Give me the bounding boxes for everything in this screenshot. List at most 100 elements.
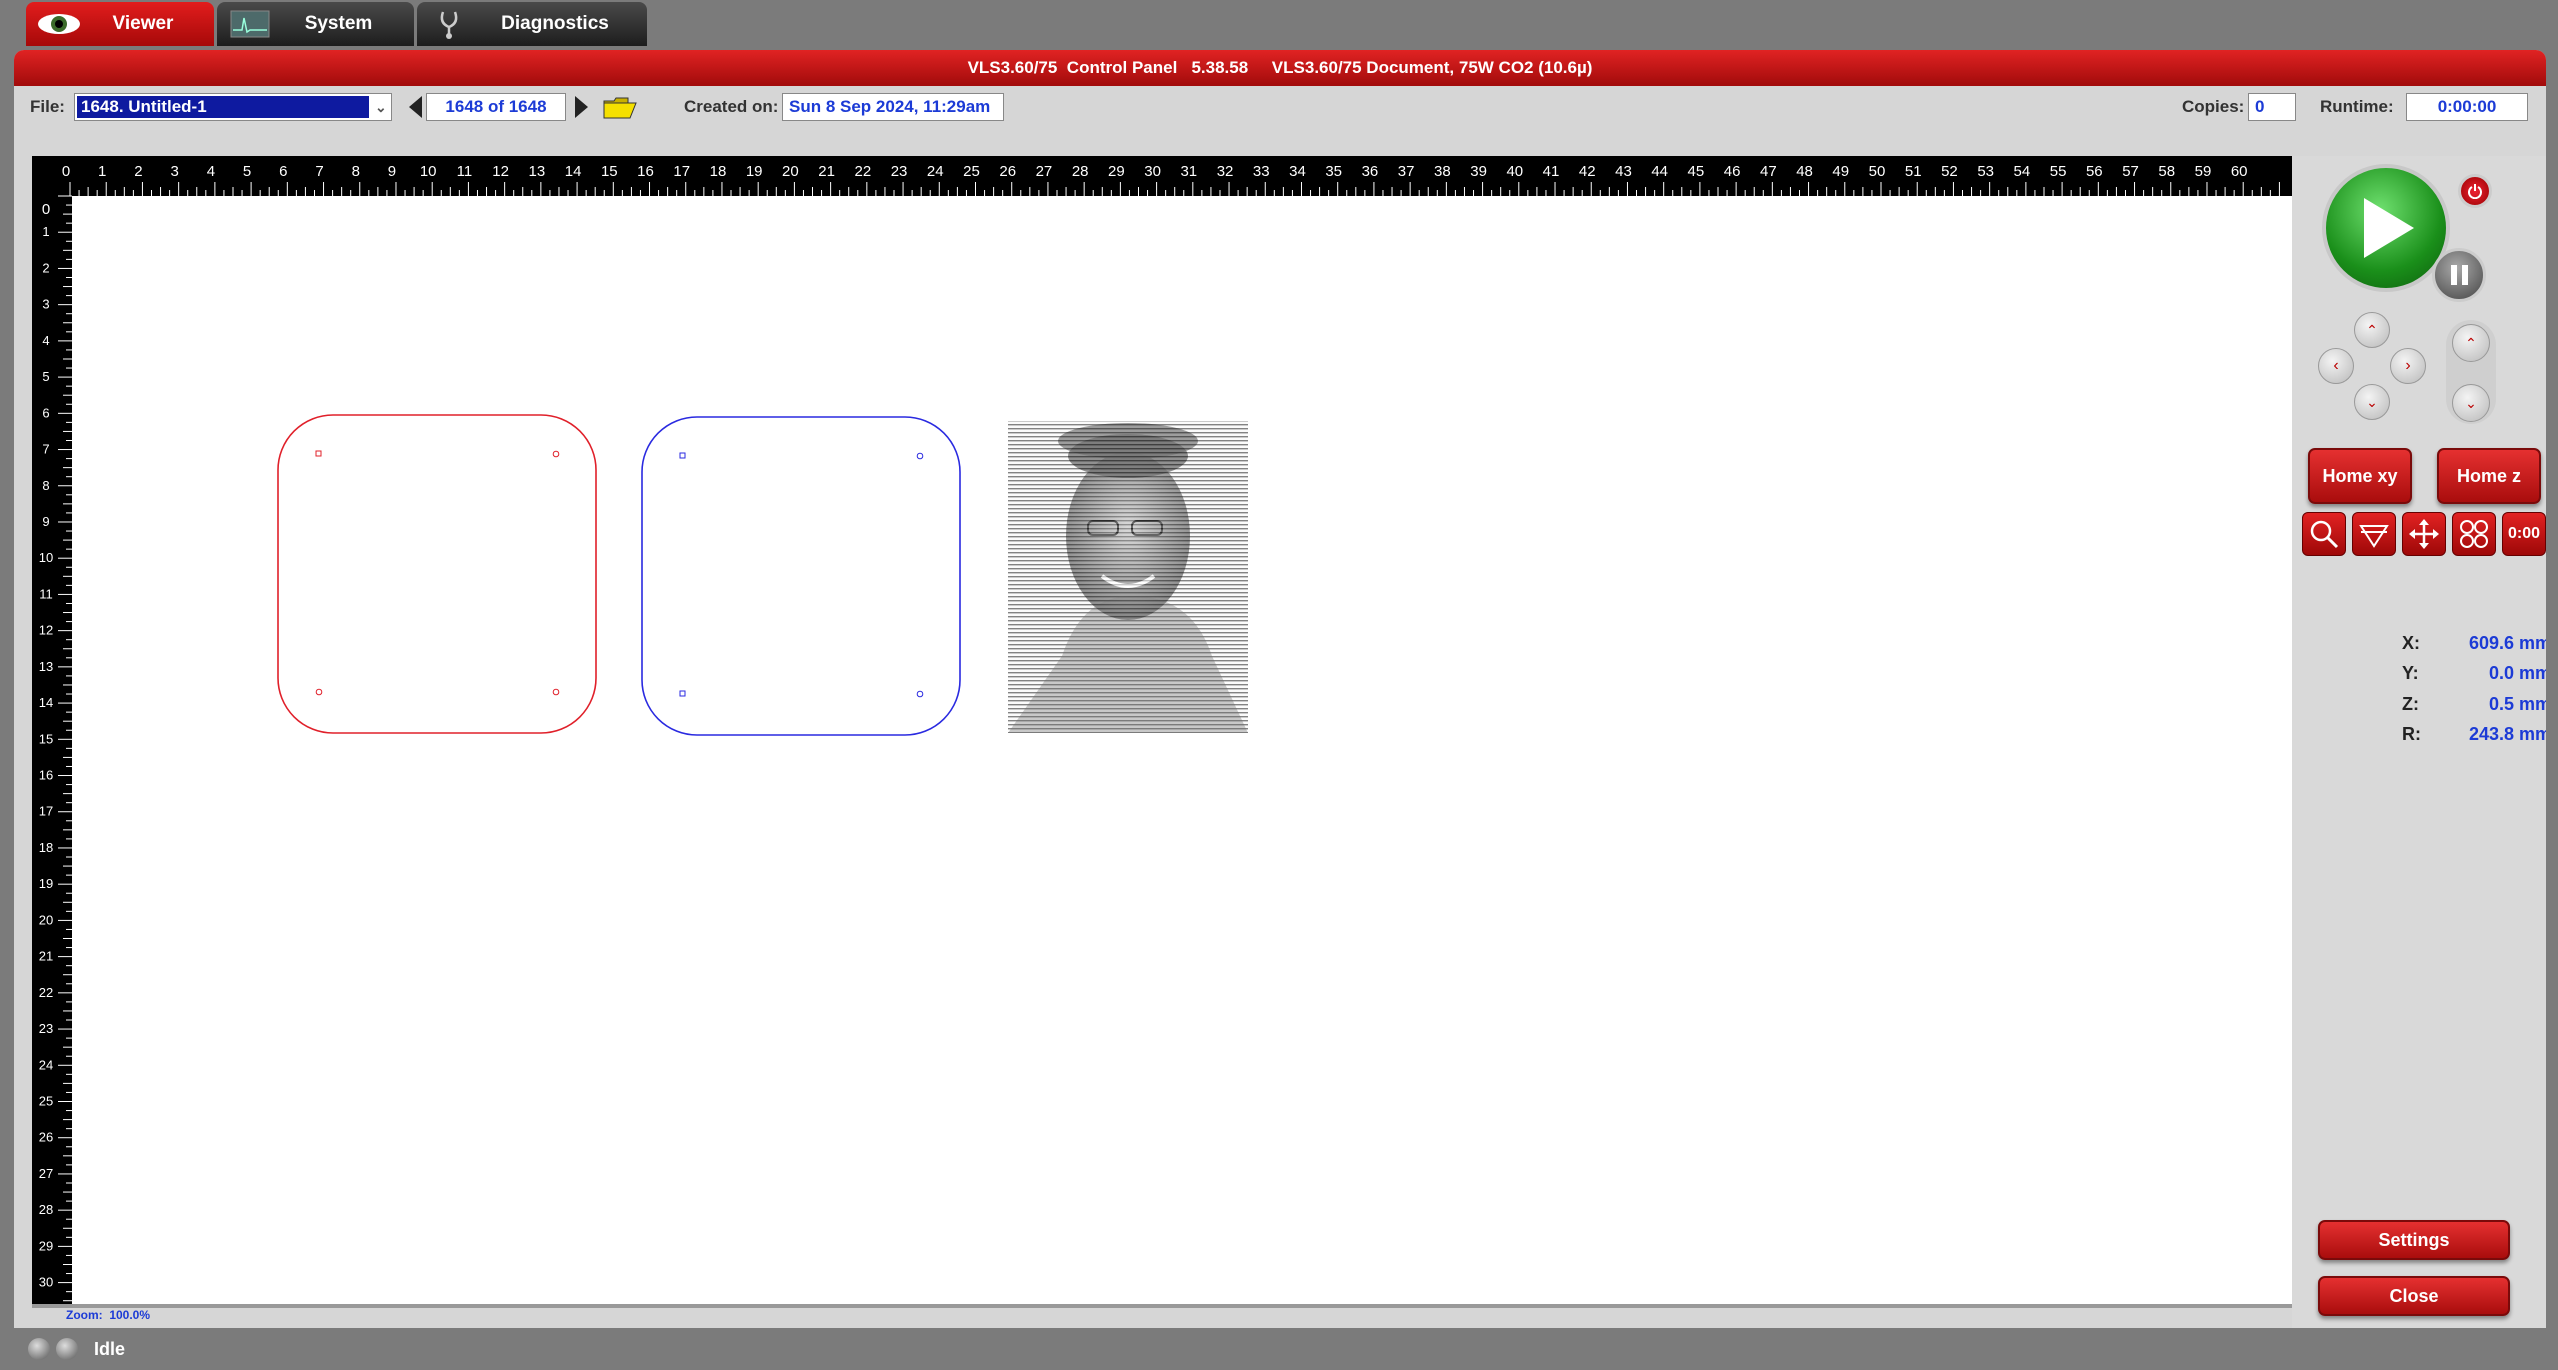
ruler-left-label: 4 [42, 333, 49, 348]
ruler-left-label: 13 [39, 659, 53, 674]
copies-field[interactable]: 0 [2248, 93, 2296, 121]
open-folder-icon[interactable] [602, 86, 638, 128]
status-text: Idle [94, 1338, 126, 1359]
y-value: 0.0 mm [2488, 663, 2546, 684]
ruler-top-label: 60 [2231, 163, 2248, 180]
pause-button[interactable] [2432, 248, 2486, 302]
z-down-button[interactable]: ⌄ [2452, 384, 2490, 422]
ruler-top-label: 6 [279, 163, 287, 180]
home-z-button[interactable]: Home z [2437, 448, 2541, 504]
timer-tool-button[interactable]: 0:00 [2502, 512, 2546, 556]
play-button[interactable] [2322, 164, 2450, 292]
ruler-top-label: 57 [2122, 163, 2139, 180]
ruler-left-label: 27 [39, 1166, 53, 1181]
ruler-top-label: 56 [2086, 163, 2103, 180]
previous-file-arrow-icon[interactable] [409, 96, 422, 118]
created-label: Created on: [684, 97, 779, 116]
ruler-left-label: 25 [39, 1094, 53, 1109]
ruler-top-label: 53 [1977, 163, 1994, 180]
runtime-field: 0:00:00 [2406, 93, 2528, 121]
ruler-top-label: 52 [1941, 163, 1958, 180]
ruler-top-label: 58 [2158, 163, 2175, 180]
ruler-left-label: 8 [42, 478, 49, 493]
z-jog-pad: ⌃ ⌄ [2446, 320, 2496, 424]
zoom-tool-button[interactable] [2302, 512, 2346, 556]
ruler-top-label: 30 [1144, 163, 1161, 180]
file-counter: 1648 of 1648 [426, 93, 566, 121]
z-up-button[interactable]: ⌃ [2452, 324, 2490, 362]
ruler-top-label: 51 [1905, 163, 1922, 180]
home-xy-button[interactable]: Home xy [2308, 448, 2412, 504]
z-value: 0.5 mm [2488, 693, 2546, 714]
ruler-left-label: 10 [39, 550, 53, 565]
ruler-top-label: 18 [710, 163, 727, 180]
chevron-right-icon: › [2405, 357, 2411, 374]
tab-viewer-label: Viewer [112, 13, 174, 34]
play-icon [2364, 198, 2414, 258]
ruler-top-label: 29 [1108, 163, 1125, 180]
window-title: VLS3.60/75 Control Panel 5.38.58 VLS3.60… [14, 50, 2546, 86]
tab-diagnostics[interactable]: Diagnostics [417, 2, 647, 46]
tab-system[interactable]: System [217, 2, 414, 46]
jog-up-button[interactable]: ⌃ [2354, 312, 2390, 348]
ruler-top-label: 41 [1543, 163, 1560, 180]
ruler-top-label: 59 [2195, 163, 2212, 180]
power-button[interactable] [2458, 174, 2492, 208]
ruler-left-label: 24 [39, 1057, 53, 1072]
tab-diagnostics-label: Diagnostics [501, 13, 609, 34]
ruler-top-label: 25 [963, 163, 980, 180]
control-side-panel: ⌃ ‹ › ⌄ ⌃ ⌄ Home xy Home z 0:00 X: 609.6 … [2292, 156, 2546, 1328]
ruler-top-label: 46 [1724, 163, 1741, 180]
copies-label: Copies: [2182, 97, 2245, 116]
zoom-readout: Zoom: 100.0% [66, 1308, 151, 1322]
x-value: 609.6 mm [2468, 632, 2546, 653]
ruler-left-label: 12 [39, 623, 53, 638]
ruler-left-label: 30 [39, 1275, 53, 1290]
ruler-left-label: 17 [39, 804, 53, 819]
z-label: Z: [2402, 693, 2419, 714]
monitor-icon [227, 9, 273, 39]
ruler-top-label: 17 [673, 163, 690, 180]
ruler-top-label: 22 [854, 163, 871, 180]
ruler-top-label: 34 [1289, 163, 1306, 180]
duplicate-tool-button[interactable] [2452, 512, 2496, 556]
jog-down-button[interactable]: ⌄ [2354, 384, 2390, 420]
position-readout: X: 609.6 mm Y: 0.0 mm Z: 0.5 mm R: 243.8 mm [2402, 628, 2546, 750]
file-select[interactable]: 1648. Untitled-1 ⌄ [74, 93, 392, 121]
ruler-top-label: 47 [1760, 163, 1777, 180]
ruler-top-label: 14 [565, 163, 582, 180]
settings-button[interactable]: Settings [2318, 1220, 2510, 1260]
close-button[interactable]: Close [2318, 1276, 2510, 1316]
status-led-icon [28, 1338, 50, 1360]
ruler-top-label: 33 [1253, 163, 1270, 180]
chevron-down-icon: ⌄ [375, 98, 387, 115]
ruler-top-label: 38 [1434, 163, 1451, 180]
tab-system-label: System [304, 13, 373, 34]
tab-viewer[interactable]: Viewer [26, 2, 214, 46]
move-tool-button[interactable] [2402, 512, 2446, 556]
ruler-top-label: 13 [529, 163, 546, 180]
next-file-arrow-icon[interactable] [575, 96, 588, 118]
engraved-portrait-image[interactable] [1008, 421, 1248, 733]
jog-right-button[interactable]: › [2390, 348, 2426, 384]
ruler-left-label: 22 [39, 985, 53, 1000]
chevron-down-icon: ⌄ [2366, 393, 2378, 410]
status-led-icon [56, 1338, 78, 1360]
jog-left-button[interactable]: ‹ [2318, 348, 2354, 384]
ruler-left-label: 7 [42, 442, 49, 457]
x-label: X: [2402, 632, 2420, 653]
ruler-left-label: 20 [39, 912, 53, 927]
ruler-top-label: 28 [1072, 163, 1089, 180]
ruler-top-label: 3 [170, 163, 178, 180]
move-arrows-icon [2409, 519, 2439, 549]
ruler-left-label: 3 [42, 297, 49, 312]
ruler-top-label: 7 [315, 163, 323, 180]
job-canvas[interactable]: 0 1 2 3 4 5 6 7 8 9 10 11 12 13 14 15 16 17 18 19 20 21 22 23 24… [32, 156, 2293, 1308]
ruler-top-label: 5 [243, 163, 251, 180]
focus-icon [2359, 525, 2389, 548]
focus-tool-button[interactable] [2352, 512, 2396, 556]
main-tabs: Viewer System Diagnostics [26, 2, 647, 48]
ruler-left-label: 23 [39, 1021, 53, 1036]
chevron-up-icon: ⌃ [2465, 334, 2477, 351]
ruler-top-label: 49 [1832, 163, 1849, 180]
